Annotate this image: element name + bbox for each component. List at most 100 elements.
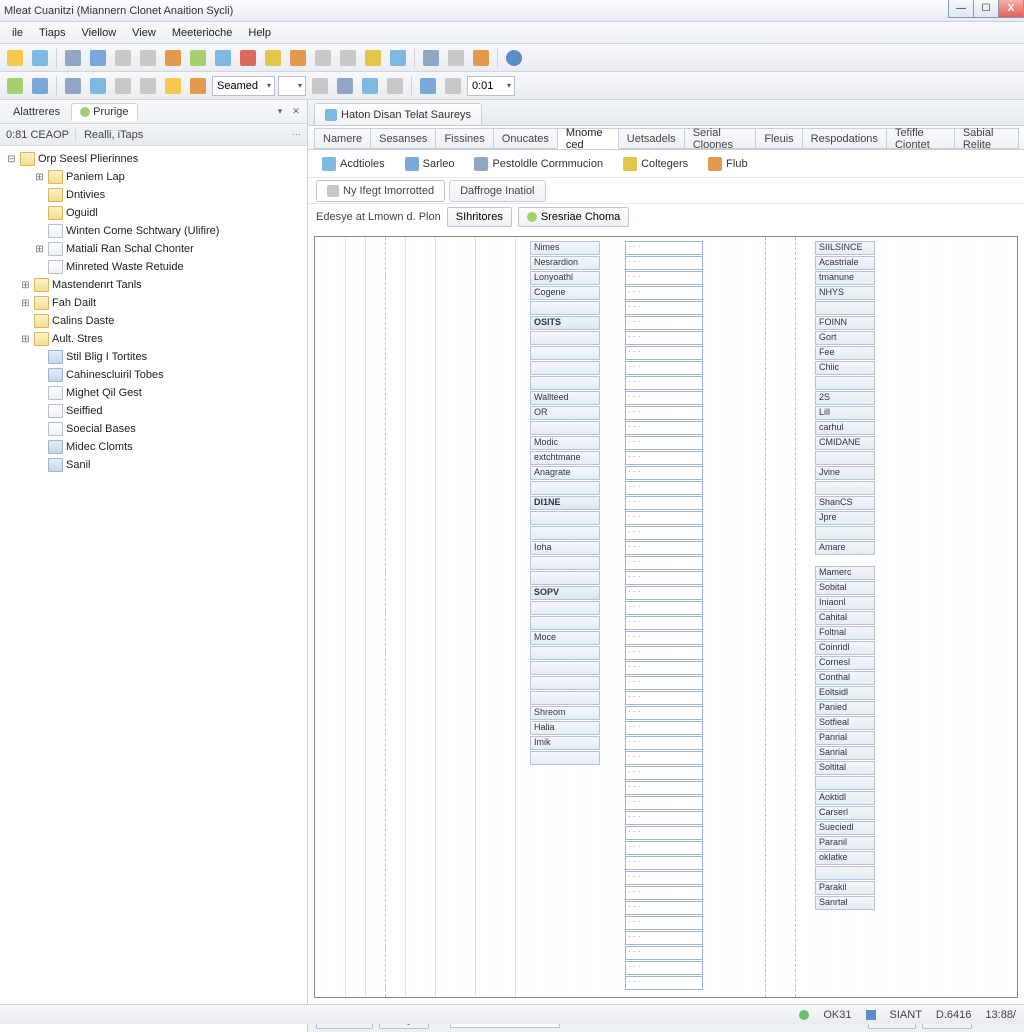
field-value[interactable]: · · · (625, 241, 703, 255)
tb-btn-17[interactable] (420, 47, 442, 69)
field-value[interactable]: · · · (625, 916, 703, 930)
field-value[interactable]: · · · (625, 736, 703, 750)
inner-tab-2[interactable]: Fissines (435, 128, 493, 149)
tb2-btn-4[interactable] (87, 75, 109, 97)
tree-item-4[interactable]: ⊞Matiali Ran Schal Chonter (0, 240, 307, 258)
field-value[interactable]: · · · (625, 856, 703, 870)
sidebar-menu-icon[interactable]: ▾ (273, 105, 287, 119)
tree-root[interactable]: ⊟Orp Seesl Plierinnes (0, 150, 307, 168)
menu-tiaps[interactable]: Tiaps (31, 25, 74, 41)
field-value[interactable]: · · · (625, 796, 703, 810)
field-value[interactable]: · · · (625, 586, 703, 600)
field-value[interactable]: · · · (625, 961, 703, 975)
tb2-btn-1[interactable] (4, 75, 26, 97)
tb-btn-1[interactable] (4, 47, 26, 69)
subtab-1[interactable]: Daffroge Inatiol (449, 180, 545, 202)
field-value[interactable]: · · · (625, 316, 703, 330)
menu-file[interactable]: ile (4, 25, 31, 41)
subtab-0[interactable]: Ny Ifegt Imorrotted (316, 180, 445, 202)
field-value[interactable]: · · · (625, 436, 703, 450)
tb-btn-13[interactable] (312, 47, 334, 69)
field-value[interactable]: · · · (625, 376, 703, 390)
action-0[interactable]: Acdtioles (316, 155, 391, 173)
field-value[interactable]: · · · (625, 601, 703, 615)
field-value[interactable]: · · · (625, 751, 703, 765)
field-value[interactable]: · · · (625, 676, 703, 690)
help-icon[interactable] (503, 47, 525, 69)
tb-btn-18[interactable] (445, 47, 467, 69)
tree-item-12[interactable]: Mighet Qil Gest (0, 384, 307, 402)
tree-item-8[interactable]: Calins Daste (0, 312, 307, 330)
inner-tab-8[interactable]: Respodations (802, 128, 887, 149)
filter-button-1[interactable]: SIhritores (447, 207, 512, 227)
menu-view[interactable]: View (124, 25, 164, 41)
field-value[interactable]: · · · (625, 496, 703, 510)
field-value[interactable]: · · · (625, 811, 703, 825)
inner-tab-9[interactable]: Tefifle Ciontet (886, 128, 955, 149)
tb2-btn-3[interactable] (62, 75, 84, 97)
field-value[interactable]: · · · (625, 631, 703, 645)
filter-button-2[interactable]: Sresriae Choma (518, 207, 629, 227)
tree-item-10[interactable]: Stil Blig I Tortites (0, 348, 307, 366)
inner-tab-7[interactable]: Fleuis (755, 128, 802, 149)
tree-item-9[interactable]: ⊞Ault. Stres (0, 330, 307, 348)
sidebar-close-icon[interactable]: ✕ (289, 105, 303, 119)
minimize-button[interactable]: — (948, 0, 974, 18)
document-tab[interactable]: Haton Disan Telat Saureys (314, 103, 482, 125)
search-dropdown[interactable]: Seamed (212, 76, 275, 96)
sidebar-header-dots[interactable]: ⋯ (292, 129, 301, 140)
tb-btn-11[interactable] (262, 47, 284, 69)
tree-item-6[interactable]: ⊞Mastendenrt Tanls (0, 276, 307, 294)
close-button[interactable]: X (998, 0, 1024, 18)
tb-btn-6[interactable] (137, 47, 159, 69)
tb2-btn-12[interactable] (384, 75, 406, 97)
inner-tab-3[interactable]: Onucates (493, 128, 558, 149)
action-2[interactable]: Pestoldle Cormmucion (468, 155, 609, 173)
tb2-btn-8[interactable] (187, 75, 209, 97)
inner-tab-5[interactable]: Uetsadels (618, 128, 685, 149)
field-value[interactable]: · · · (625, 511, 703, 525)
inner-tab-1[interactable]: Sesanses (370, 128, 436, 149)
tb2-btn-6[interactable] (137, 75, 159, 97)
tree-item-16[interactable]: Sanil (0, 456, 307, 474)
tb2-btn-9[interactable] (309, 75, 331, 97)
diagram-canvas[interactable]: NimesNesrardionLonyoathlCogeneOSITSWallt… (314, 236, 1018, 998)
field-value[interactable]: · · · (625, 286, 703, 300)
field-value[interactable]: · · · (625, 301, 703, 315)
tb2-btn-7[interactable] (162, 75, 184, 97)
tree-item-2[interactable]: Oguidl (0, 204, 307, 222)
tree-item-7[interactable]: ⊞Fah Dailt (0, 294, 307, 312)
field-value[interactable]: · · · (625, 871, 703, 885)
tb-btn-8[interactable] (187, 47, 209, 69)
action-3[interactable]: Coltegers (617, 155, 694, 173)
tree-item-15[interactable]: Midec Clomts (0, 438, 307, 456)
tree-view[interactable]: ⊟Orp Seesl Plierinnes⊞Paniem LapDntivies… (0, 146, 307, 1032)
tree-item-14[interactable]: Soecial Bases (0, 420, 307, 438)
tb2-btn-13[interactable] (417, 75, 439, 97)
field-value[interactable]: · · · (625, 841, 703, 855)
tb-btn-5[interactable] (112, 47, 134, 69)
inner-tab-4[interactable]: Mnome ced (557, 128, 619, 149)
tb-btn-7[interactable] (162, 47, 184, 69)
field-value[interactable]: · · · (625, 616, 703, 630)
menu-viellow[interactable]: Viellow (74, 25, 125, 41)
tb-btn-12[interactable] (287, 47, 309, 69)
time-dropdown[interactable]: 0:01 (467, 76, 515, 96)
field-value[interactable]: · · · (625, 691, 703, 705)
field-value[interactable]: · · · (625, 661, 703, 675)
tb-btn-3[interactable] (62, 47, 84, 69)
field-value[interactable]: · · · (625, 406, 703, 420)
field-value[interactable]: · · · (625, 466, 703, 480)
maximize-button[interactable]: ☐ (973, 0, 999, 18)
tree-item-11[interactable]: Cahinescluiril Tobes (0, 366, 307, 384)
field-value[interactable]: · · · (625, 256, 703, 270)
sidebar-tab-alattreres[interactable]: Alattreres (4, 103, 69, 121)
field-value[interactable]: · · · (625, 451, 703, 465)
action-1[interactable]: Sarleo (399, 155, 461, 173)
tb2-btn-5[interactable] (112, 75, 134, 97)
field-value[interactable]: · · · (625, 781, 703, 795)
inner-tab-10[interactable]: Sabial Relite (954, 128, 1019, 149)
field-value[interactable]: · · · (625, 706, 703, 720)
field-value[interactable]: · · · (625, 331, 703, 345)
field-value[interactable]: · · · (625, 541, 703, 555)
